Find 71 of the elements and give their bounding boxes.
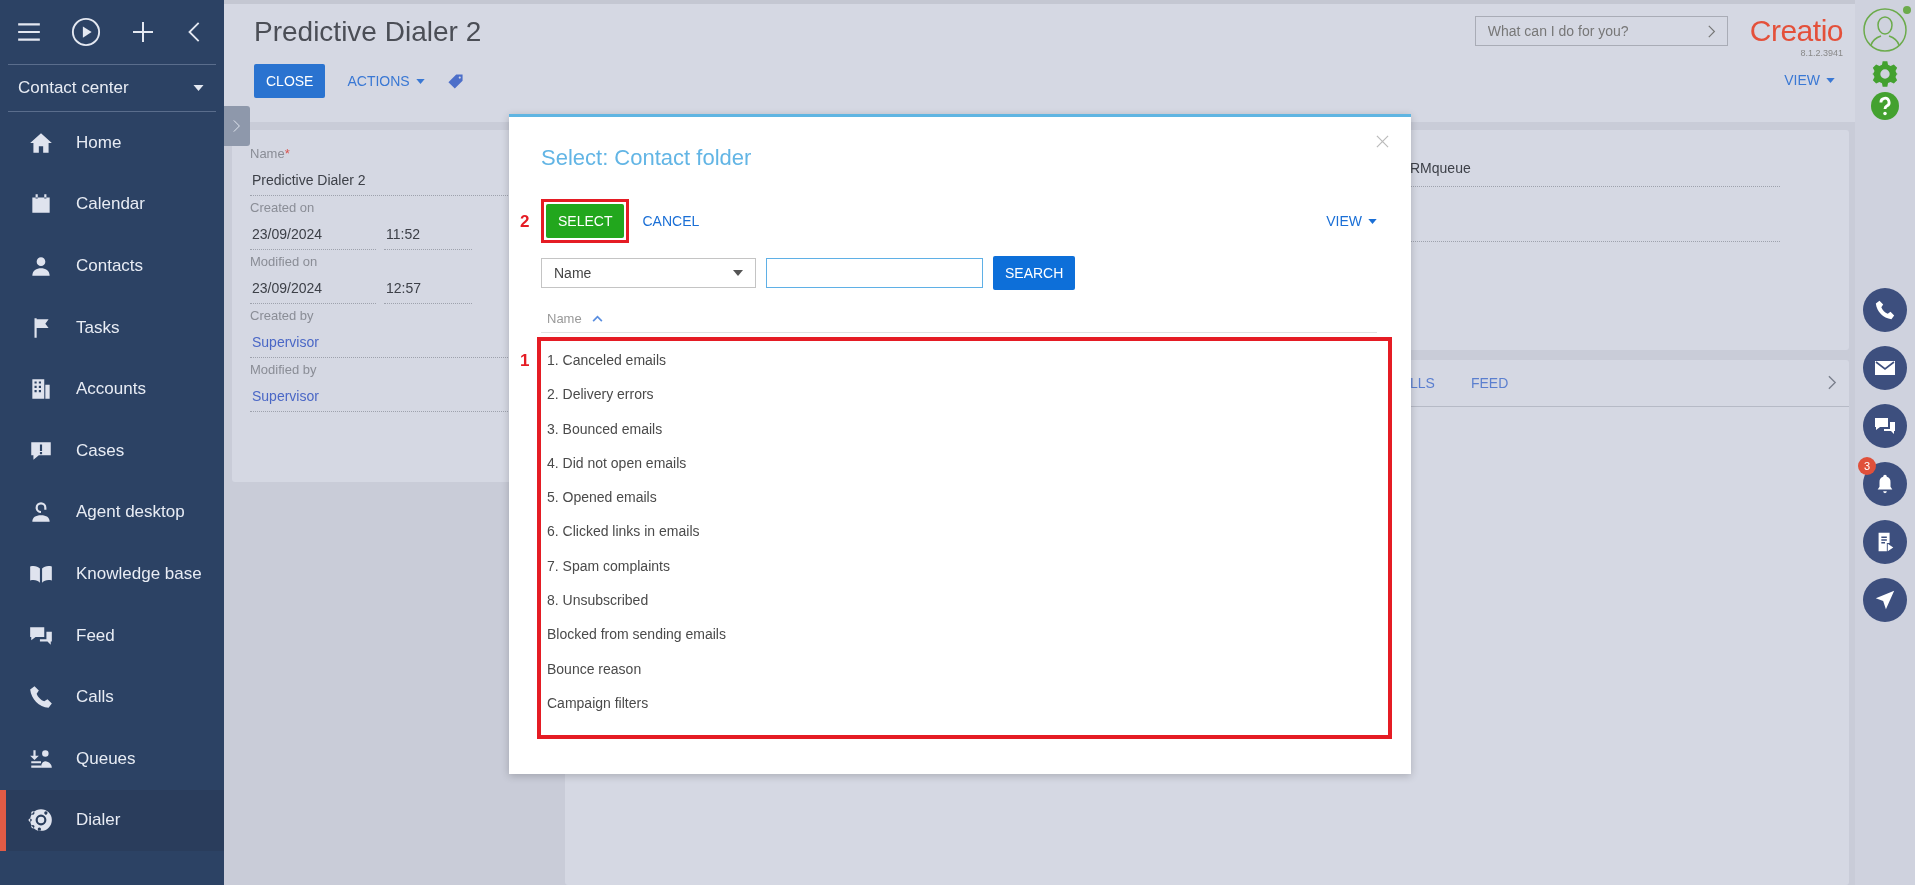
caret-icon: [193, 85, 204, 91]
list-row[interactable]: 1. Canceled emails: [541, 345, 1388, 380]
view-menu-button[interactable]: VIEW: [1326, 213, 1377, 229]
command-search-field[interactable]: What can I do for you?: [1474, 16, 1728, 46]
caret-icon: [1826, 77, 1835, 83]
sidebar-item[interactable]: Cases: [0, 419, 224, 482]
plus-icon[interactable]: [130, 20, 155, 44]
play-circle-icon[interactable]: [71, 17, 102, 47]
rotary-dial-icon: [28, 807, 54, 834]
sidebar-item[interactable]: Tasks: [0, 296, 224, 359]
list-row[interactable]: 2. Delivery errors: [541, 379, 1388, 414]
online-status-icon: [1903, 6, 1911, 14]
list-row[interactable]: Blocked from sending emails: [541, 619, 1388, 654]
caret-icon: [415, 78, 425, 84]
column-dropdown[interactable]: Name: [541, 258, 756, 288]
field-label: Name*: [250, 146, 291, 163]
search-button[interactable]: SEARCH: [993, 256, 1076, 290]
field-label: Created by: [250, 308, 315, 325]
list-row[interactable]: 8. Unsubscribed: [541, 585, 1388, 620]
phone-icon: [28, 684, 54, 711]
sidebar-item[interactable]: Home: [0, 112, 224, 174]
list-row[interactable]: Bounce reason: [541, 653, 1388, 688]
version-text: 8.1.2.3941: [1800, 48, 1843, 58]
sidebar-item[interactable]: Knowledge base: [0, 543, 224, 605]
field-label: Created on: [250, 200, 316, 217]
chat-button[interactable]: [1863, 404, 1907, 448]
sidebar-item[interactable]: Dialer: [0, 789, 224, 852]
field-label: Modified on: [250, 254, 319, 271]
chevron-right-icon[interactable]: [1828, 375, 1837, 390]
cancel-button[interactable]: CANCEL: [642, 213, 700, 229]
list-row[interactable]: Campaign filters: [541, 687, 1388, 723]
list-row[interactable]: 3. Bounced emails: [541, 413, 1388, 448]
search-field[interactable]: [766, 258, 983, 288]
date-field[interactable]: 23/09/2024: [250, 220, 376, 250]
sidebar-item[interactable]: Calls: [0, 666, 224, 728]
sidebar-item[interactable]: Queues: [0, 727, 224, 790]
close-button[interactable]: CLOSE: [254, 64, 326, 98]
email-button[interactable]: [1863, 346, 1907, 390]
list-row[interactable]: 6. Clicked links in emails: [541, 516, 1388, 551]
sidebar-item[interactable]: Calendar: [0, 173, 224, 236]
help-icon[interactable]: [1871, 92, 1899, 120]
tag-icon[interactable]: [446, 72, 464, 90]
list-row[interactable]: 7. Spam complaints: [541, 550, 1388, 586]
callout-number: 1: [520, 351, 530, 371]
dialog-title: Select: Contact folder: [541, 145, 753, 171]
time-field[interactable]: 11:52: [384, 220, 472, 250]
sidebar-item[interactable]: Contacts: [0, 235, 224, 297]
notification-badge: 3: [1858, 457, 1876, 475]
sort-ascending-icon: [591, 314, 603, 322]
date-field[interactable]: 23/09/2024: [250, 274, 376, 304]
phone-icon: [1874, 299, 1896, 321]
caret-icon: [733, 270, 743, 276]
callout-number: 2: [520, 212, 530, 232]
document-play-button[interactable]: [1863, 520, 1907, 564]
send-button[interactable]: [1863, 578, 1907, 622]
caret-icon: [1368, 218, 1377, 224]
sidebar-item[interactable]: Accounts: [0, 358, 224, 420]
phone-button[interactable]: [1863, 288, 1907, 332]
list-row[interactable]: 4. Did not open emails: [541, 447, 1388, 483]
sidebar-item[interactable]: Feed: [0, 604, 224, 667]
workplace-dropdown[interactable]: Contact center: [8, 64, 216, 112]
notifications-button[interactable]: [1863, 462, 1907, 506]
list-row[interactable]: 5. Opened emails: [541, 482, 1388, 517]
chevron-right-icon[interactable]: [1707, 25, 1716, 38]
sidebar-item[interactable]: Agent desktop: [0, 481, 224, 544]
chevron-right-icon: [233, 119, 241, 133]
time-field[interactable]: 12:57: [384, 274, 472, 304]
field-label: Modified by: [250, 362, 318, 379]
logo: Creatio: [1749, 16, 1843, 46]
paper-plane-icon: [1874, 589, 1896, 611]
page-title: Predictive Dialer 2: [254, 16, 482, 48]
